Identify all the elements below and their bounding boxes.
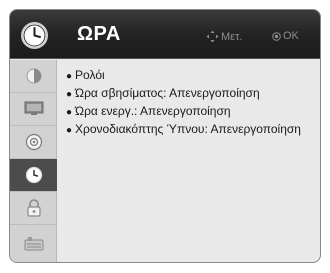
sidebar-item-audio[interactable] [10, 126, 57, 159]
sidebar-item-time[interactable] [10, 159, 57, 192]
bullet: ● [66, 107, 73, 118]
menu-item-list: ● Ρολόι ● Ώρα σβησίματος: Απενεργοποίηση ●… [66, 67, 318, 139]
bullet: ● [66, 125, 73, 136]
ok-hint-label: OK [283, 30, 299, 42]
menu-item-label: Ρολόι [75, 68, 105, 82]
menu-item-label: Ώρα σβησίματος: Απενεργοποίηση [75, 86, 260, 100]
sidebar-item-options[interactable] [10, 225, 57, 262]
sidebar-item-lock[interactable] [10, 192, 57, 225]
page-title: ΩΡΑ [77, 23, 121, 45]
menu-item-sleep-timer[interactable]: ● Χρονοδιακόπτης Ύπνου: Απενεργοποίηση [66, 121, 318, 139]
menu-item-clock[interactable]: ● Ρολόι [66, 67, 318, 85]
lock-icon [26, 199, 41, 217]
menu-item-label: Ώρα ενεργ.: Απενεργοποίηση [75, 104, 231, 118]
clock-icon [25, 166, 42, 184]
clock-icon [20, 21, 49, 50]
move-hint-label: Μετ. [221, 30, 243, 43]
options-icon [24, 237, 43, 251]
category-sidebar [10, 60, 57, 262]
speaker-icon [25, 133, 42, 151]
menu-item-on-time[interactable]: ● Ώρα ενεργ.: Απενεργοποίηση [66, 103, 318, 121]
menu-window: ΩΡΑ Μετ. OK ● Ρολόι ● Ώρα σβησίματος: Απ… [9, 9, 321, 263]
navigation-arrows-icon [206, 30, 219, 43]
picture-icon [26, 68, 41, 84]
ok-button-icon [272, 31, 281, 41]
menu-item-label: Χρονοδιακόπτης Ύπνου: Απενεργοποίηση [75, 122, 301, 136]
menu-item-off-time[interactable]: ● Ώρα σβησίματος: Απενεργοποίηση [66, 85, 318, 103]
bullet: ● [66, 89, 73, 100]
bullet: ● [66, 71, 73, 82]
move-hint: Μετ. [206, 30, 242, 43]
sidebar-item-screen[interactable] [10, 93, 57, 126]
sidebar-item-picture[interactable] [10, 60, 57, 93]
monitor-icon [24, 101, 43, 115]
menu-header: ΩΡΑ Μετ. OK [10, 10, 320, 59]
ok-hint: OK [272, 30, 299, 42]
